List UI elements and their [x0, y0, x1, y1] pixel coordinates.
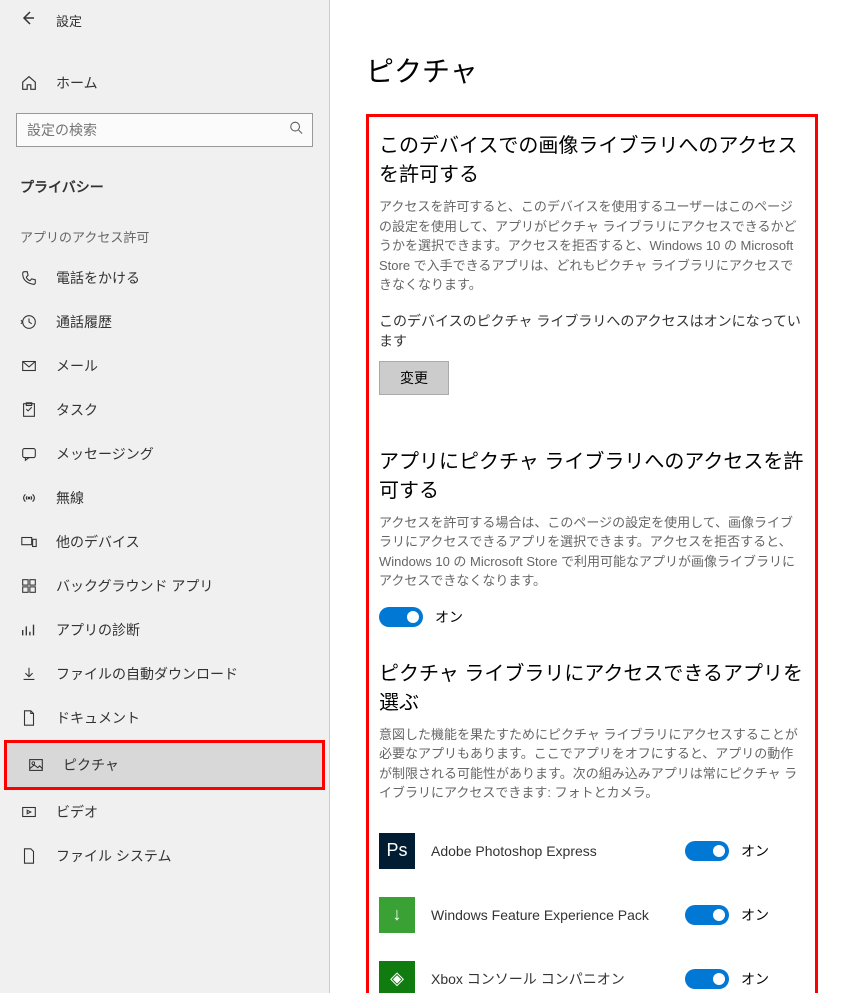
section3-desc: 意図した機能を果たすためにピクチャ ライブラリにアクセスすることが必要なアプリも… [379, 725, 805, 803]
messaging-icon [20, 445, 38, 463]
phone-icon [20, 269, 38, 287]
pictures-icon [27, 756, 45, 774]
back-arrow-icon [20, 10, 36, 26]
nav-label: ファイルの自動ダウンロード [56, 664, 238, 684]
search-icon [289, 121, 303, 140]
app-icon: ◈ [379, 961, 415, 993]
nav-item-messaging[interactable]: メッセージング [0, 432, 329, 476]
nav-item-auto-downloads[interactable]: ファイルの自動ダウンロード [0, 652, 329, 696]
nav-item-tasks[interactable]: タスク [0, 388, 329, 432]
nav-item-call[interactable]: 電話をかける [0, 256, 329, 300]
section1-status: このデバイスのピクチャ ライブラリへのアクセスはオンになっています [379, 311, 805, 351]
nav-item-radios[interactable]: 無線 [0, 476, 329, 520]
nav-label: メール [56, 356, 98, 376]
video-icon [20, 803, 38, 821]
home-nav[interactable]: ホーム [0, 61, 329, 105]
app-toggle-label: オン [741, 905, 769, 925]
app-row: ↓ Windows Feature Experience Pack オン [379, 883, 805, 947]
nav-label: アプリの診断 [56, 620, 140, 640]
app-list: Ps Adobe Photoshop Express オン ↓ Windows … [379, 819, 805, 993]
app-toggle-label: オン [741, 969, 769, 989]
app-name: Adobe Photoshop Express [431, 843, 669, 859]
nav-item-pictures[interactable]: ピクチャ [7, 743, 322, 787]
app-toggle-wrap: オン [685, 969, 805, 989]
nav-label: ピクチャ [63, 755, 119, 775]
background-apps-icon [20, 577, 38, 595]
window-title: 設定 [56, 11, 82, 30]
document-icon [20, 709, 38, 727]
section2-toggle-row: オン [379, 607, 805, 627]
app-toggle-wrap: オン [685, 841, 805, 861]
subsection-title: アプリのアクセス許可 [0, 207, 329, 256]
nav-item-file-system[interactable]: ファイル システム [0, 834, 329, 878]
nav-label: ビデオ [56, 802, 98, 822]
app-name: Windows Feature Experience Pack [431, 907, 669, 923]
radio-icon [20, 489, 38, 507]
diagnostics-icon [20, 621, 38, 639]
nav-item-app-diagnostics[interactable]: アプリの診断 [0, 608, 329, 652]
nav-item-other-devices[interactable]: 他のデバイス [0, 520, 329, 564]
allow-apps-toggle[interactable] [379, 607, 423, 627]
home-label: ホーム [56, 73, 98, 93]
category-title: プライバシー [0, 167, 329, 207]
nav-label: 電話をかける [56, 268, 140, 288]
nav-item-mail[interactable]: メール [0, 344, 329, 388]
app-icon: Ps [379, 833, 415, 869]
back-button[interactable] [20, 10, 36, 31]
app-icon: ↓ [379, 897, 415, 933]
search-box [16, 113, 313, 147]
app-toggle[interactable] [685, 969, 729, 989]
nav-label: 通話履歴 [56, 312, 112, 332]
nav-item-background-apps[interactable]: バックグラウンド アプリ [0, 564, 329, 608]
section2-desc: アクセスを許可する場合は、このページの設定を使用して、画像ライブラリにアクセスで… [379, 513, 805, 591]
tasks-icon [20, 401, 38, 419]
search-input[interactable] [16, 113, 313, 147]
nav-item-call-history[interactable]: 通話履歴 [0, 300, 329, 344]
nav-label: メッセージング [56, 444, 154, 464]
nav-item-videos[interactable]: ビデオ [0, 790, 329, 834]
toggle-label: オン [435, 607, 463, 627]
nav-label: 無線 [56, 488, 84, 508]
change-button[interactable]: 変更 [379, 361, 449, 395]
nav-label: ドキュメント [56, 708, 140, 728]
section2-heading: アプリにピクチャ ライブラリへのアクセスを許可する [379, 445, 805, 503]
mail-icon [20, 357, 38, 375]
devices-icon [20, 533, 38, 551]
nav-label: 他のデバイス [56, 532, 140, 552]
app-toggle-label: オン [741, 841, 769, 861]
nav-item-documents[interactable]: ドキュメント [0, 696, 329, 740]
highlighted-region: このデバイスでの画像ライブラリへのアクセスを許可する アクセスを許可すると、この… [366, 114, 818, 993]
section1-heading: このデバイスでの画像ライブラリへのアクセスを許可する [379, 129, 805, 187]
page-title: ピクチャ [366, 50, 818, 90]
nav-label: ファイル システム [56, 846, 171, 866]
file-system-icon [20, 847, 38, 865]
app-name: Xbox コンソール コンパニオン [431, 969, 669, 989]
home-icon [20, 74, 38, 92]
nav-label: タスク [56, 400, 98, 420]
app-toggle[interactable] [685, 905, 729, 925]
app-toggle[interactable] [685, 841, 729, 861]
app-toggle-wrap: オン [685, 905, 805, 925]
nav-label: バックグラウンド アプリ [56, 576, 213, 596]
download-icon [20, 665, 38, 683]
history-icon [20, 313, 38, 331]
sidebar: 設定 ホーム プライバシー アプリのアクセス許可 電話をかける 通話履歴 メール… [0, 0, 330, 993]
section3-heading: ピクチャ ライブラリにアクセスできるアプリを選ぶ [379, 657, 805, 715]
content-area: ピクチャ このデバイスでの画像ライブラリへのアクセスを許可する アクセスを許可す… [330, 0, 854, 993]
section1-desc: アクセスを許可すると、このデバイスを使用するユーザーはこのページの設定を使用して… [379, 197, 805, 295]
app-row: ◈ Xbox コンソール コンパニオン オン [379, 947, 805, 993]
app-row: Ps Adobe Photoshop Express オン [379, 819, 805, 883]
sidebar-header: 設定 [0, 0, 329, 41]
